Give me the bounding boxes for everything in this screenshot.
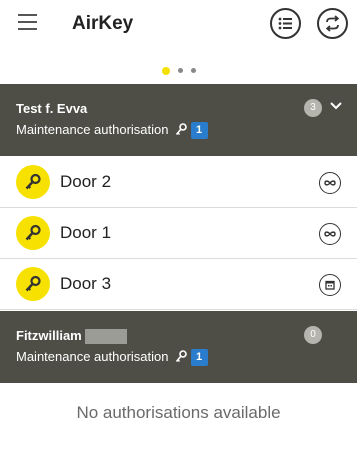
app-title: AirKey xyxy=(72,13,134,34)
key-icon xyxy=(16,267,50,301)
authorisation-badge: 1 xyxy=(190,349,208,367)
door-label: Door 2 xyxy=(60,172,112,191)
door-label: Door 1 xyxy=(60,223,112,242)
page-dot-active[interactable] xyxy=(161,66,170,75)
key-icon xyxy=(175,122,187,139)
key-icon xyxy=(16,165,50,199)
page-indicator xyxy=(0,62,357,75)
authorisation-type-label: Maintenance authorisation xyxy=(16,122,169,137)
group-name-text: Fitzwilliam xyxy=(16,328,82,343)
page-dot[interactable] xyxy=(177,68,183,74)
app-bar: AirKey xyxy=(0,0,357,50)
infinity-icon xyxy=(319,223,341,245)
hamburger-menu-icon[interactable] xyxy=(18,14,37,30)
authorisation-badge: 1 xyxy=(190,122,208,140)
group-header-test-evva[interactable]: Test f. Evva Maintenance authorisation 1 … xyxy=(0,84,357,156)
key-icon xyxy=(16,216,50,250)
door-count-badge: 3 xyxy=(304,99,322,117)
sync-icon xyxy=(325,15,340,32)
authorisation-type-label: Maintenance authorisation xyxy=(16,349,169,364)
group-subtitle: Maintenance authorisation 1 xyxy=(16,122,208,140)
door-count-badge: 0 xyxy=(304,326,322,344)
group-name: Test f. Evva xyxy=(16,101,88,116)
group-header-fitzwilliam[interactable]: Fitzwilliam Maintenance authorisation 1 0 xyxy=(0,311,357,383)
key-icon xyxy=(175,349,187,366)
door-row[interactable]: Door 1 xyxy=(0,208,357,259)
sync-button[interactable] xyxy=(317,8,348,39)
empty-state-message: No authorisations available xyxy=(76,403,281,422)
group-subtitle: Maintenance authorisation 1 xyxy=(16,349,208,367)
page-dot[interactable] xyxy=(190,68,196,74)
redacted-text xyxy=(84,329,127,345)
door-row[interactable]: Door 2 xyxy=(0,157,357,208)
chevron-down-icon[interactable] xyxy=(330,102,342,110)
door-label: Door 3 xyxy=(60,274,112,293)
list-view-icon xyxy=(278,17,292,30)
list-view-button[interactable] xyxy=(270,8,301,39)
door-row[interactable]: Door 3 xyxy=(0,259,357,310)
infinity-icon xyxy=(319,172,341,194)
group-name: Fitzwilliam xyxy=(16,328,127,345)
calendar-icon xyxy=(319,274,341,296)
